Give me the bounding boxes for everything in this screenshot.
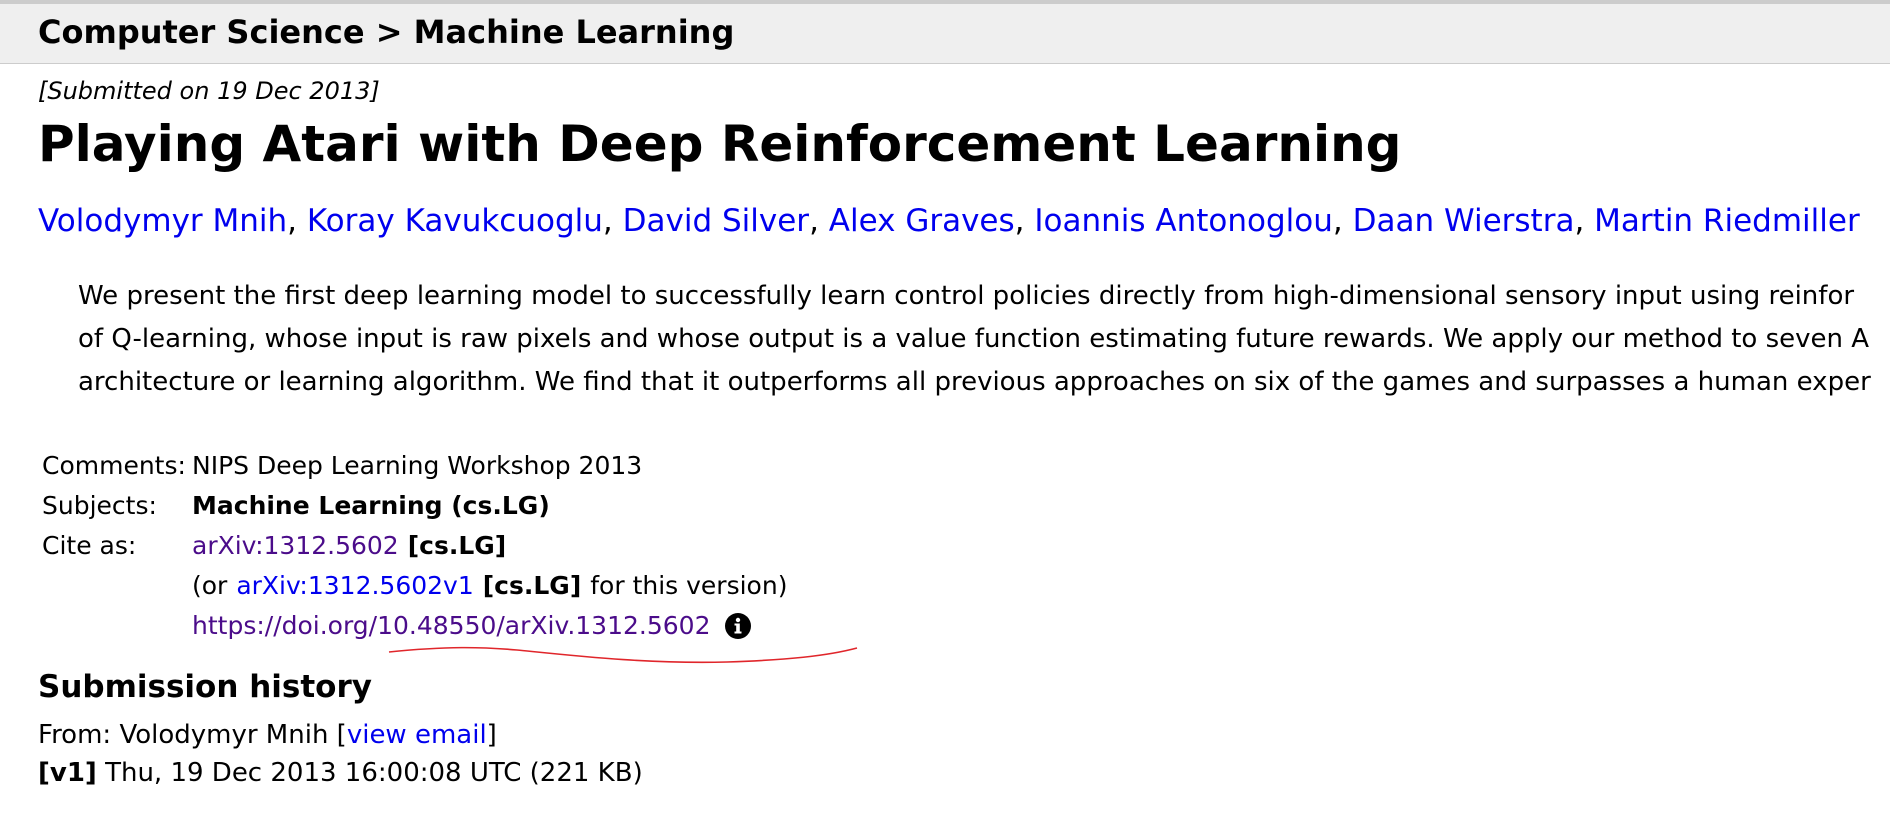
- abstract-line: of Q-learning, whose input is raw pixels…: [78, 324, 1870, 354]
- doi-link[interactable]: https://doi.org/10.48550/arXiv.1312.5602: [192, 606, 710, 646]
- paper-title: Playing Atari with Deep Reinforcement Le…: [38, 115, 1402, 173]
- author-separator: ,: [809, 203, 819, 239]
- subjects-value: Machine Learning (cs.LG): [192, 491, 550, 520]
- cite-row: Cite as: arXiv:1312.5602 [cs.LG]: [42, 526, 787, 566]
- subjects-row: Subjects: Machine Learning (cs.LG): [42, 486, 787, 526]
- breadcrumb: Computer Science > Machine Learning: [38, 13, 735, 51]
- cite-arxiv-link[interactable]: arXiv:1312.5602: [192, 526, 399, 566]
- version-details: Thu, 19 Dec 2013 16:00:08 UTC (221 KB): [105, 758, 643, 788]
- version-cite-value: (or arXiv:1312.5602v1 [cs.LG] for this vers…: [192, 566, 787, 606]
- version-category: [cs.LG]: [482, 571, 582, 600]
- version-prefix: (or: [192, 571, 228, 600]
- cite-value: arXiv:1312.5602 [cs.LG]: [192, 526, 506, 566]
- author-link[interactable]: David Silver: [623, 203, 809, 239]
- abstract: We present the first deep learning model…: [78, 275, 1890, 404]
- author-link[interactable]: Ioannis Antonoglou: [1034, 203, 1333, 239]
- author-link[interactable]: Martin Riedmiller: [1594, 203, 1860, 239]
- metadata-table: Comments: NIPS Deep Learning Workshop 20…: [42, 446, 858, 664]
- author-separator: ,: [1574, 203, 1585, 239]
- cite-label: Cite as:: [42, 531, 137, 560]
- version-cite-row: (or arXiv:1312.5602v1 [cs.LG] for this vers…: [42, 566, 787, 606]
- author-link[interactable]: Daan Wierstra: [1353, 203, 1575, 239]
- abstract-line: architecture or learning algorithm. We f…: [78, 367, 1871, 397]
- comments-value: NIPS Deep Learning Workshop 2013: [192, 451, 643, 480]
- abstract-line: We present the first deep learning model…: [78, 281, 1855, 311]
- arxiv-abstract-page: Computer Science > Machine Learning [Sub…: [0, 0, 1890, 826]
- view-email-link[interactable]: view email: [347, 720, 487, 750]
- version-history-line: [v1] Thu, 19 Dec 2013 16:00:08 UTC (221 …: [38, 754, 643, 792]
- version-suffix: for this version): [590, 571, 788, 600]
- author-link[interactable]: Koray Kavukcuoglu: [307, 203, 603, 239]
- comments-row: Comments: NIPS Deep Learning Workshop 20…: [42, 446, 787, 486]
- version-arxiv-link[interactable]: arXiv:1312.5602v1: [236, 566, 473, 606]
- author-separator: ,: [602, 203, 613, 239]
- author-link[interactable]: Volodymyr Mnih: [38, 203, 287, 239]
- subjects-label: Subjects:: [42, 491, 157, 520]
- cite-category: [cs.LG]: [407, 531, 507, 560]
- submitter-line: From: Volodymyr Mnih [view email]: [38, 716, 497, 754]
- red-underline-annotation: [388, 646, 858, 664]
- from-suffix: ]: [486, 720, 497, 750]
- author-separator: ,: [287, 203, 298, 239]
- from-prefix: From: Volodymyr Mnih [: [38, 720, 347, 750]
- doi-row: https://doi.org/10.48550/arXiv.1312.5602: [42, 606, 858, 664]
- doi-value: https://doi.org/10.48550/arXiv.1312.5602: [192, 606, 858, 664]
- author-separator: ,: [1014, 203, 1025, 239]
- submission-date: [Submitted on 19 Dec 2013]: [38, 77, 380, 105]
- info-circle-icon[interactable]: [724, 612, 752, 640]
- submission-history-title: Submission history: [38, 669, 372, 705]
- author-separator: ,: [1332, 203, 1343, 239]
- author-link[interactable]: Alex Graves: [829, 203, 1015, 239]
- comments-label: Comments:: [42, 451, 186, 480]
- author-list: Volodymyr Mnih, Koray Kavukcuoglu, David…: [38, 200, 1860, 242]
- version-tag[interactable]: [v1]: [38, 758, 97, 788]
- header-bar: Computer Science > Machine Learning: [0, 0, 1890, 64]
